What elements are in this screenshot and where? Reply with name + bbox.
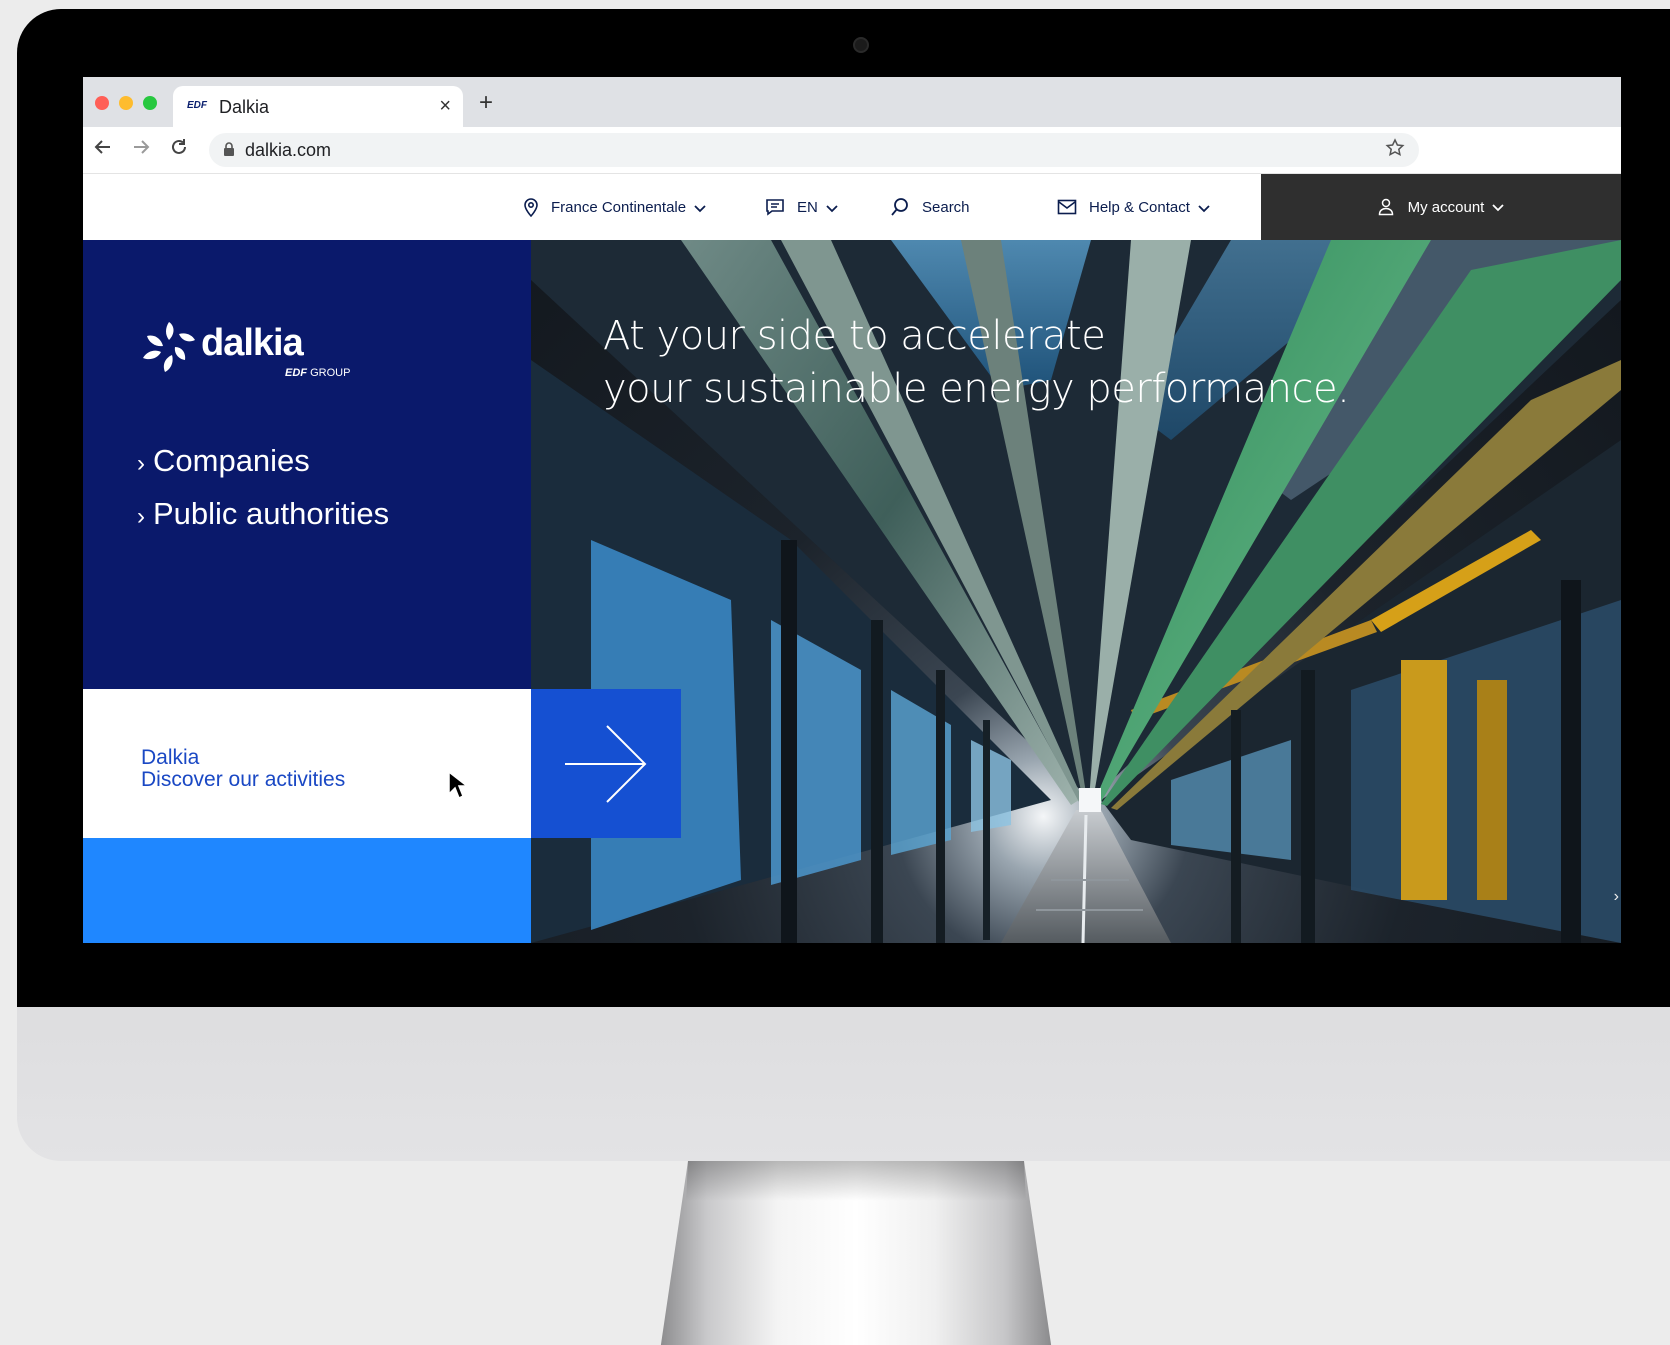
browser-toolbar: dalkia.com xyxy=(83,127,1621,174)
address-bar[interactable]: dalkia.com xyxy=(209,133,1419,167)
discover-title: Dalkia xyxy=(141,746,200,769)
chevron-down-icon xyxy=(694,201,706,216)
search-label: Search xyxy=(922,198,970,216)
dalkia-logo[interactable]: dalkia EDF GROUP xyxy=(139,320,350,381)
my-account-button[interactable]: My account xyxy=(1261,174,1621,240)
region-label: France Continentale xyxy=(551,198,687,216)
hero-section: At your side to accelerate your sustaina… xyxy=(83,240,1621,943)
language-selector[interactable]: EN xyxy=(765,174,838,240)
logo-group-label: EDF GROUP xyxy=(285,367,350,379)
logo-group-text: GROUP xyxy=(310,367,351,379)
search-button[interactable]: Search xyxy=(890,174,970,240)
stand-shadow xyxy=(686,1161,1026,1201)
chevron-down-icon xyxy=(1492,200,1504,215)
browser-tab-bar: EDF Dalkia × + xyxy=(83,77,1621,127)
maximize-window-button[interactable] xyxy=(143,96,157,110)
minimize-window-button[interactable] xyxy=(119,96,133,110)
close-window-button[interactable] xyxy=(95,96,109,110)
hero-title-line-2: your sustainable energy performance. xyxy=(603,366,1350,412)
help-label: Help & Contact xyxy=(1089,198,1190,216)
logo-wordmark: dalkia xyxy=(201,322,304,364)
light-blue-block xyxy=(83,838,531,943)
hero-title: At your side to accelerate your sustaina… xyxy=(603,310,1350,416)
region-selector[interactable]: France Continentale xyxy=(523,174,706,240)
sidebar-link-label: Public authorities xyxy=(153,496,390,531)
chevron-right-icon: › xyxy=(137,450,145,477)
hero-industrial-photo: At your side to accelerate your sustaina… xyxy=(531,240,1621,943)
discover-subtitle: Discover our activities xyxy=(141,768,346,791)
edf-favicon-icon: EDF xyxy=(187,100,207,111)
tab-close-icon[interactable]: × xyxy=(439,95,451,118)
reload-icon[interactable] xyxy=(169,137,189,163)
account-label: My account xyxy=(1407,198,1485,216)
chat-icon xyxy=(765,198,785,216)
forward-arrow-icon[interactable] xyxy=(131,137,151,163)
url-text: dalkia.com xyxy=(245,140,332,160)
carousel-next-icon[interactable]: › xyxy=(1614,888,1619,906)
discover-activities-card[interactable]: Dalkia Discover our activities xyxy=(83,689,531,838)
dalkia-logo-symbol-icon xyxy=(143,322,195,372)
user-icon xyxy=(1378,198,1394,216)
mail-icon xyxy=(1057,199,1077,215)
sidebar-link-companies[interactable]: › Companies xyxy=(137,443,310,479)
chevron-right-icon: › xyxy=(137,503,145,530)
sidebar-link-label: Companies xyxy=(153,443,310,478)
chevron-down-icon xyxy=(826,201,838,216)
new-tab-button[interactable]: + xyxy=(479,89,493,117)
discover-arrow-button[interactable] xyxy=(531,689,681,838)
chevron-down-icon xyxy=(1198,201,1210,216)
bookmark-star-icon[interactable] xyxy=(1385,138,1405,164)
site-header: France Continentale EN Search Help & Con… xyxy=(83,174,1621,240)
back-arrow-icon[interactable] xyxy=(93,137,113,163)
camera xyxy=(853,37,869,53)
lock-icon xyxy=(223,142,235,162)
logo-brand: EDF xyxy=(285,367,307,379)
hero-title-line-1: At your side to accelerate xyxy=(603,313,1106,359)
arrow-right-icon xyxy=(565,724,647,803)
location-pin-icon xyxy=(523,197,539,217)
mouse-cursor-icon xyxy=(447,770,470,805)
sidebar-link-public-authorities[interactable]: › Public authorities xyxy=(137,496,389,532)
screen: EDF Dalkia × + dalkia.com France Contine… xyxy=(83,77,1621,943)
language-label: EN xyxy=(797,198,818,216)
browser-tab[interactable]: EDF Dalkia × xyxy=(173,86,463,127)
help-contact-menu[interactable]: Help & Contact xyxy=(1057,174,1210,240)
search-icon xyxy=(890,197,910,217)
tab-title: Dalkia xyxy=(219,97,270,117)
brand-panel: dalkia EDF GROUP › Companies › Public auth… xyxy=(83,240,531,689)
